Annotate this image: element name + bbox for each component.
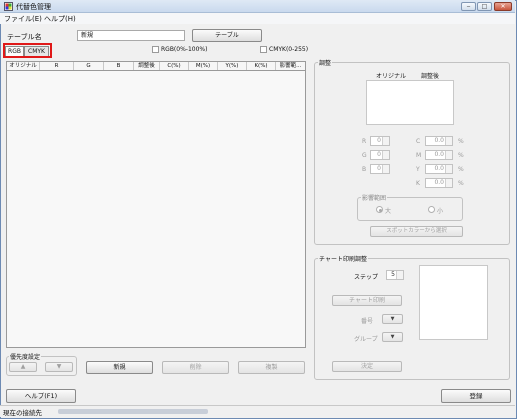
maximize-button[interactable]: □: [477, 2, 492, 11]
original-label: オリジナル: [376, 73, 407, 80]
chart-preview: [419, 265, 488, 340]
r-spinner[interactable]: 0: [370, 136, 390, 146]
title-bar: [0, 0, 515, 13]
range-large-label: 大: [385, 208, 392, 215]
app-icon: [4, 2, 13, 11]
y-label: Y: [416, 166, 420, 173]
chart-print-button[interactable]: チャート印刷: [332, 295, 402, 306]
table-name-field[interactable]: 新規: [77, 30, 185, 41]
y-spinner[interactable]: 0.0: [425, 164, 453, 174]
maximize-icon: □: [481, 3, 488, 10]
menu-help[interactable]: ヘルプ(H): [44, 14, 76, 24]
range-title: 影響範囲: [361, 193, 388, 202]
chevron-down-icon: ▼: [390, 316, 395, 322]
cmyk-range-checkbox[interactable]: [260, 46, 267, 53]
k-spinner[interactable]: 0.0: [425, 178, 453, 188]
b-label: B: [362, 166, 367, 173]
help-button[interactable]: ヘルプ(F1): [6, 389, 76, 403]
c-unit: %: [458, 138, 464, 145]
color-table[interactable]: [6, 71, 306, 348]
arrow-down-icon: ▼: [56, 363, 62, 370]
chevron-down-icon: ▼: [390, 334, 395, 340]
chart-title: チャート印刷調整: [318, 254, 368, 263]
register-button[interactable]: 登録: [441, 389, 511, 403]
col-g[interactable]: G: [74, 62, 104, 70]
table-button[interactable]: テーブル: [192, 29, 262, 42]
step-spinner[interactable]: 5: [386, 270, 404, 280]
range-small-label: 小: [437, 208, 444, 215]
g-spinner[interactable]: 0: [370, 150, 390, 160]
close-icon: ✕: [500, 3, 506, 10]
minimize-button[interactable]: ‒: [461, 2, 476, 11]
c-spinner[interactable]: 0.0: [425, 136, 453, 146]
priority-down-button[interactable]: ▼: [45, 362, 73, 372]
m-label: M: [416, 152, 422, 159]
y-unit: %: [458, 166, 464, 173]
tab-highlight: [3, 43, 52, 58]
g-label: G: [362, 152, 367, 159]
menu-file[interactable]: ファイル(E): [4, 14, 42, 24]
adjust-title: 調整: [318, 58, 333, 67]
rgb-percent-checkbox[interactable]: [152, 46, 159, 53]
number-dropdown[interactable]: ▼: [382, 314, 403, 324]
spot-color-button[interactable]: スポットカラーから選択: [370, 226, 463, 237]
col-k[interactable]: K(%): [247, 62, 276, 70]
copy-button[interactable]: 複製: [238, 361, 305, 374]
k-label: K: [416, 180, 420, 187]
range-small-radio[interactable]: [428, 206, 435, 213]
status-label: 現在の接続先: [3, 409, 42, 417]
b-spinner[interactable]: 0: [370, 164, 390, 174]
adjusted-label: 調整後: [421, 73, 440, 80]
k-unit: %: [458, 180, 464, 187]
col-r[interactable]: R: [40, 62, 74, 70]
close-button[interactable]: ✕: [494, 2, 512, 11]
connection-info-redacted: [58, 409, 208, 414]
menu-bar: [0, 13, 515, 24]
decide-button[interactable]: 決定: [332, 361, 402, 372]
m-spinner[interactable]: 0.0: [425, 150, 453, 160]
group-label: グループ: [354, 336, 378, 343]
priority-up-button[interactable]: ▲: [9, 362, 37, 372]
col-m[interactable]: M(%): [189, 62, 218, 70]
group-dropdown[interactable]: ▼: [382, 332, 403, 342]
col-influence[interactable]: 影響範...: [276, 62, 305, 70]
table-name-label: テーブル名: [7, 33, 42, 41]
col-original[interactable]: オリジナル: [7, 62, 40, 70]
col-y[interactable]: Y(%): [218, 62, 247, 70]
rgb-percent-label: RGB(0%-100%): [161, 46, 208, 53]
grid-header: オリジナル R G B 調整後 C(%) M(%) Y(%) K(%) 影響範.…: [6, 61, 306, 71]
col-adjusted[interactable]: 調整後: [134, 62, 160, 70]
cmyk-range-label: CMYK(0-255): [269, 46, 309, 53]
color-preview: [366, 80, 454, 125]
arrow-up-icon: ▲: [20, 363, 26, 370]
col-b[interactable]: B: [104, 62, 134, 70]
c-label: C: [416, 138, 421, 145]
m-unit: %: [458, 152, 464, 159]
col-c[interactable]: C(%): [160, 62, 189, 70]
r-label: R: [362, 138, 367, 145]
window-title: 代替色管理: [16, 3, 51, 11]
priority-title: 優先度設定: [9, 352, 42, 361]
number-label: 番号: [361, 318, 374, 325]
range-large-radio[interactable]: [376, 206, 383, 213]
delete-button[interactable]: 削除: [162, 361, 229, 374]
new-button[interactable]: 新規: [86, 361, 153, 374]
step-label: ステップ: [354, 274, 379, 281]
minimize-icon: ‒: [466, 3, 471, 10]
